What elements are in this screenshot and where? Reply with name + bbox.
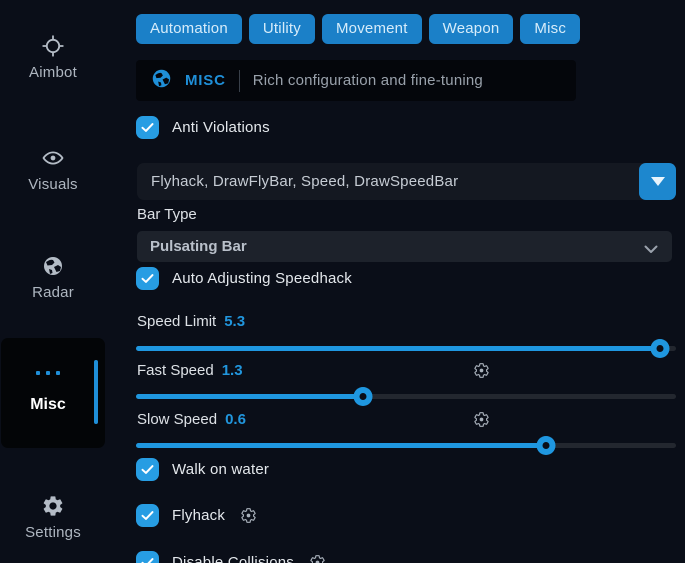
sidebar-item-visuals[interactable]: Visuals <box>0 146 106 193</box>
sidebar-item-radar[interactable]: Radar <box>0 254 106 301</box>
anti-violations-label: Anti Violations <box>172 119 270 136</box>
bar-multiselect-value: Flyhack, DrawFlyBar, Speed, DrawSpeedBar <box>137 173 458 190</box>
flyhack-label: Flyhack <box>172 507 225 524</box>
slow-speed-value: 0.6 <box>225 411 246 428</box>
crosshair-icon <box>41 34 65 58</box>
slow-speed-slider[interactable] <box>136 436 676 455</box>
dropdown-open-button[interactable] <box>639 163 676 200</box>
flyhack-row: Flyhack <box>136 504 257 527</box>
sidebar: Aimbot Visuals Radar Misc <box>0 0 110 563</box>
slider-thumb[interactable] <box>353 387 372 406</box>
fast-speed-gear-icon[interactable] <box>473 362 490 384</box>
gear-icon <box>41 494 65 518</box>
disable-collisions-label: Disable Collisions <box>172 554 294 563</box>
tab-automation[interactable]: Automation <box>136 14 242 44</box>
slider-fill <box>136 394 363 399</box>
sidebar-item-label: Settings <box>25 524 81 541</box>
category-tabs: Automation Utility Movement Weapon Misc <box>136 14 580 44</box>
bar-multiselect-field[interactable]: Flyhack, DrawFlyBar, Speed, DrawSpeedBar <box>137 163 676 200</box>
slow-speed-label-row: Slow Speed 0.6 <box>137 411 246 428</box>
sidebar-item-label: Radar <box>32 284 74 301</box>
sidebar-item-settings[interactable]: Settings <box>0 494 106 541</box>
flyhack-checkbox[interactable] <box>136 504 159 527</box>
bar-type-value: Pulsating Bar <box>137 238 247 255</box>
triangle-down-icon <box>651 177 665 186</box>
app-window: Aimbot Visuals Radar Misc <box>0 0 685 563</box>
bar-type-label: Bar Type <box>137 206 197 223</box>
active-indicator <box>94 360 98 424</box>
slow-speed-label: Slow Speed <box>137 411 217 428</box>
speed-limit-label: Speed Limit <box>137 313 216 330</box>
fast-speed-label-row: Fast Speed 1.3 <box>137 362 243 379</box>
check-icon <box>140 271 155 286</box>
globe-icon <box>41 254 65 278</box>
auto-adjusting-checkbox[interactable] <box>136 267 159 290</box>
fast-speed-slider[interactable] <box>136 387 676 406</box>
bar-type-select[interactable]: Pulsating Bar <box>137 231 672 262</box>
check-icon <box>140 508 155 523</box>
tab-utility[interactable]: Utility <box>249 14 315 44</box>
slow-speed-gear-icon[interactable] <box>473 411 490 433</box>
tab-weapon[interactable]: Weapon <box>429 14 514 44</box>
section-header: MISC Rich configuration and fine-tuning <box>136 60 576 101</box>
speed-limit-value: 5.3 <box>224 313 245 330</box>
flyhack-gear-icon[interactable] <box>240 507 257 524</box>
section-title: MISC <box>185 72 226 89</box>
speed-limit-label-row: Speed Limit 5.3 <box>137 313 245 330</box>
slider-fill <box>136 346 660 351</box>
eye-icon <box>41 146 65 170</box>
fast-speed-label: Fast Speed <box>137 362 214 379</box>
sidebar-item-label: Misc <box>1 396 95 414</box>
disable-collisions-gear-icon[interactable] <box>309 554 326 563</box>
auto-adjusting-row: Auto Adjusting Speedhack <box>136 267 352 290</box>
slider-fill <box>136 443 546 448</box>
sidebar-item-aimbot[interactable]: Aimbot <box>0 34 106 81</box>
ellipsis-icon <box>1 371 95 375</box>
walk-on-water-label: Walk on water <box>172 461 269 478</box>
check-icon <box>140 462 155 477</box>
disable-collisions-checkbox[interactable] <box>136 551 159 563</box>
section-subtitle: Rich configuration and fine-tuning <box>253 72 483 89</box>
disable-collisions-row: Disable Collisions <box>136 551 326 563</box>
globe-icon <box>151 68 172 94</box>
sidebar-item-label: Visuals <box>28 176 77 193</box>
divider <box>239 70 240 92</box>
check-icon <box>140 120 155 135</box>
sidebar-item-label: Aimbot <box>29 64 77 81</box>
walk-on-water-checkbox[interactable] <box>136 458 159 481</box>
fast-speed-value: 1.3 <box>222 362 243 379</box>
speed-limit-slider[interactable] <box>136 339 676 358</box>
tab-movement[interactable]: Movement <box>322 14 422 44</box>
tab-misc[interactable]: Misc <box>520 14 580 44</box>
sidebar-item-misc-selected[interactable]: Misc <box>1 338 105 448</box>
walk-on-water-row: Walk on water <box>136 458 269 481</box>
auto-adjusting-label: Auto Adjusting Speedhack <box>172 270 352 287</box>
check-icon <box>140 555 155 563</box>
slider-thumb[interactable] <box>650 339 669 358</box>
chevron-down-icon <box>644 241 658 259</box>
slider-thumb[interactable] <box>537 436 556 455</box>
anti-violations-row: Anti Violations <box>136 116 270 139</box>
anti-violations-checkbox[interactable] <box>136 116 159 139</box>
